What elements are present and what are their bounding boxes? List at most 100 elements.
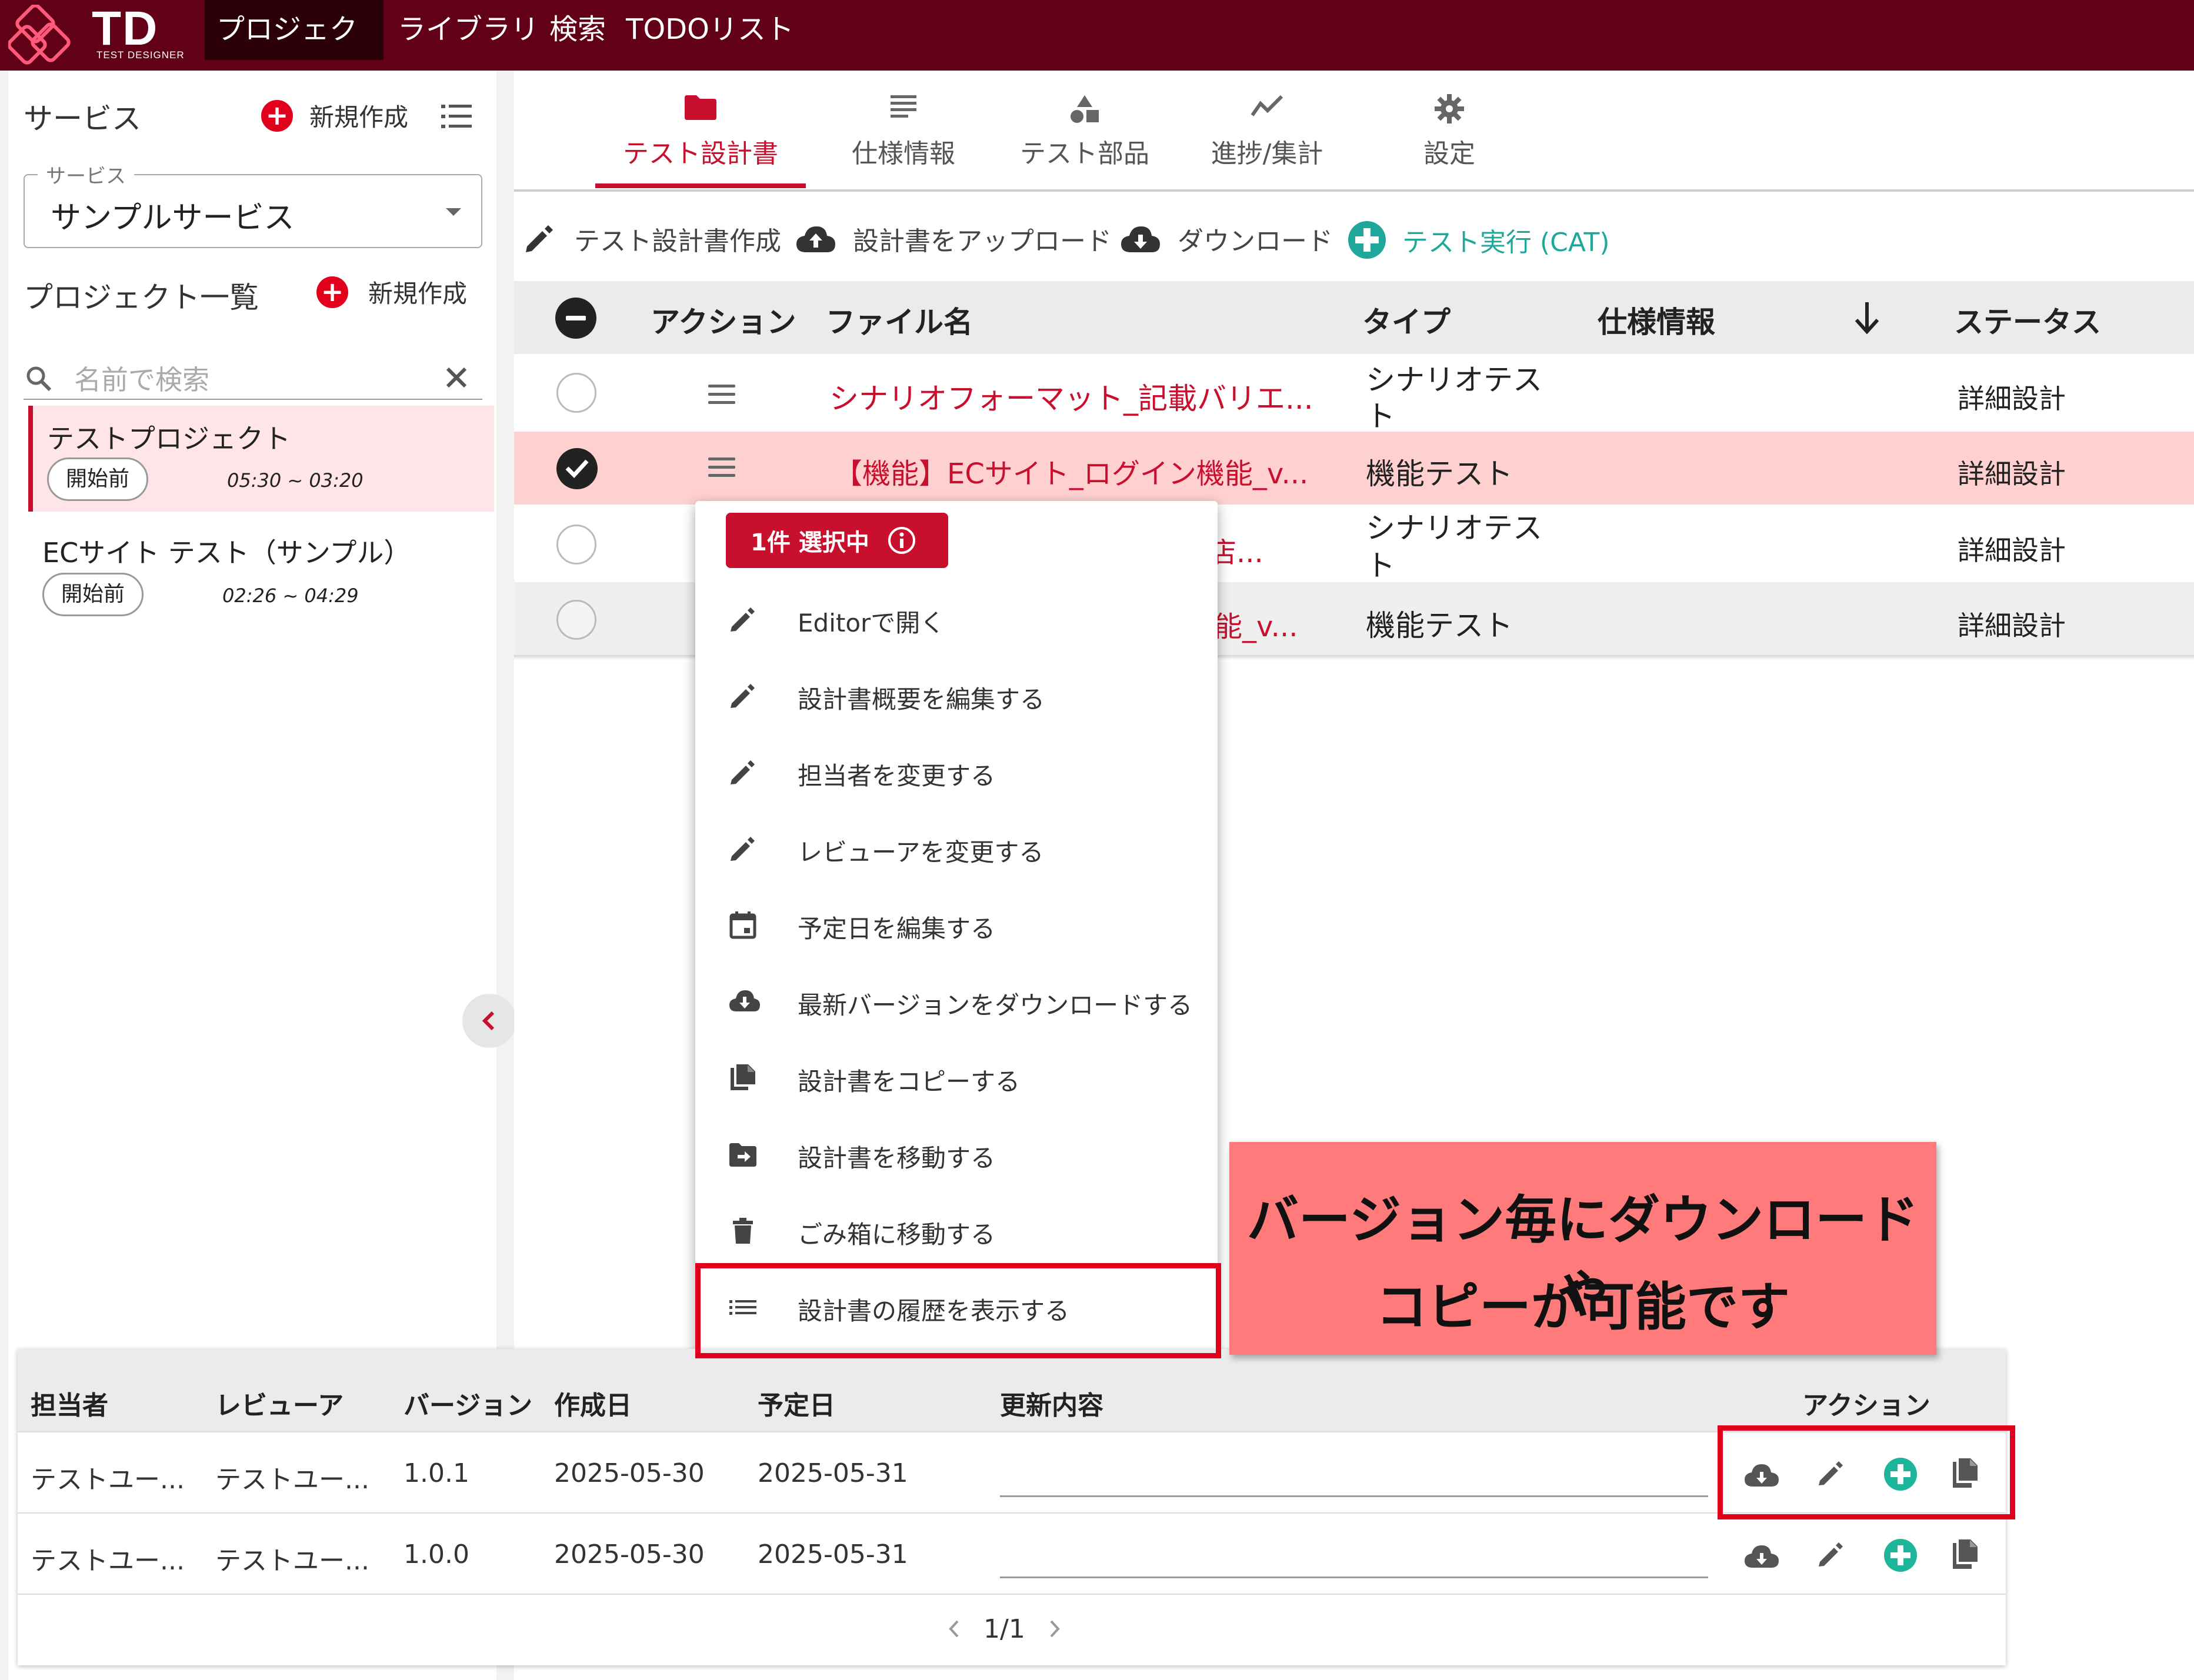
nav-search[interactable]: 検索 bbox=[549, 0, 606, 60]
row-status: 詳細設計 bbox=[1958, 610, 2066, 642]
menu-label: 担当者を変更する bbox=[798, 761, 996, 790]
hcol-reviewer: レビューア bbox=[215, 1391, 344, 1421]
project-item-selected[interactable]: テストプロジェクト 開始前 05:30 ~ 03:20 bbox=[28, 406, 494, 512]
menu-label: ごみ箱に移動する bbox=[798, 1220, 996, 1249]
minus-icon bbox=[566, 316, 586, 320]
row-type-wrap: ト bbox=[1366, 399, 1395, 433]
menu-download-latest[interactable]: 最新バージョンをダウンロードする bbox=[695, 963, 1218, 1040]
tab-spec-info[interactable]: 仕様情報 bbox=[827, 71, 980, 188]
history-created: 2025-05-30 bbox=[554, 1539, 705, 1569]
nav-library[interactable]: ライブラリ bbox=[398, 0, 539, 60]
menu-label: Editorで開く bbox=[798, 609, 945, 637]
history-row: テストユー... テストユー... 1.0.1 2025-05-30 2025-… bbox=[18, 1432, 2006, 1512]
service-title: サービス bbox=[24, 102, 141, 136]
update-content-input[interactable] bbox=[1000, 1531, 1708, 1578]
update-content-input[interactable] bbox=[1000, 1450, 1708, 1497]
row-menu-icon[interactable] bbox=[708, 457, 735, 482]
project-new-button[interactable]: + 新規作成 bbox=[316, 274, 467, 310]
project-item[interactable]: ECサイト テスト（サンプル） 開始前 02:26 ~ 04:29 bbox=[28, 523, 494, 629]
service-new-button[interactable]: + 新規作成 bbox=[261, 98, 408, 133]
history-assignee: テストユー... bbox=[31, 1465, 185, 1495]
hcol-created: 作成日 bbox=[554, 1391, 632, 1421]
add-circle-icon[interactable] bbox=[1883, 1538, 1918, 1572]
download-button[interactable]: ダウンロード bbox=[1120, 220, 1333, 258]
menu-copy-design[interactable]: 設計書をコピーする bbox=[695, 1040, 1218, 1116]
clear-icon[interactable] bbox=[445, 366, 468, 389]
row-filename[interactable]: 能_v... bbox=[1214, 603, 1298, 644]
selection-badge: 1件 選択中 bbox=[726, 513, 948, 568]
row-checkbox[interactable] bbox=[556, 525, 596, 565]
history-reviewer: テストユー... bbox=[215, 1465, 369, 1495]
col-action: アクション bbox=[651, 305, 796, 339]
row-menu-icon[interactable] bbox=[708, 385, 735, 409]
callout-line2: コピーが可能です bbox=[1375, 1277, 1790, 1337]
col-spec[interactable]: 仕様情報 bbox=[1598, 299, 1715, 341]
highlight-box-history-actions bbox=[1718, 1425, 2015, 1519]
cloud-upload-icon bbox=[796, 226, 835, 252]
sort-arrow-down-icon[interactable] bbox=[1854, 301, 1880, 334]
history-panel: 担当者 レビューア バージョン 作成日 予定日 更新内容 アクション テストユー… bbox=[18, 1349, 2006, 1665]
download-icon[interactable] bbox=[1743, 1543, 1780, 1569]
row-status: 詳細設計 bbox=[1958, 383, 2066, 415]
menu-edit-due-date[interactable]: 予定日を編集する bbox=[695, 887, 1218, 963]
menu-change-reviewer[interactable]: レビューアを変更する bbox=[695, 810, 1218, 887]
tab-progress[interactable]: 進捗/集計 bbox=[1191, 71, 1343, 188]
tab-settings[interactable]: 設定 bbox=[1373, 71, 1526, 188]
table-row-selected[interactable]: 【機能】ECサイト_ログイン機能_v... 機能テスト 詳細設計 bbox=[514, 432, 2194, 505]
row-checkbox[interactable] bbox=[556, 373, 596, 413]
menu-edit-summary[interactable]: 設計書概要を編集する bbox=[695, 657, 1218, 734]
folder-icon bbox=[685, 95, 716, 120]
project-period: 02:26 ~ 04:29 bbox=[222, 585, 359, 607]
table-header: アクション ファイル名 タイプ 仕様情報 ステータス bbox=[514, 281, 2194, 354]
copy-icon bbox=[731, 1064, 755, 1090]
tab-label: テスト設計書 bbox=[623, 139, 778, 169]
copy-icon[interactable] bbox=[1950, 1538, 1980, 1571]
history-row: テストユー... テストユー... 1.0.0 2025-05-30 2025-… bbox=[18, 1514, 2006, 1594]
list-icon bbox=[891, 95, 916, 118]
chevron-right-icon[interactable] bbox=[1048, 1619, 1062, 1639]
gear-icon bbox=[1435, 94, 1464, 123]
run-test-label: テスト実行 (CAT) bbox=[1402, 228, 1610, 258]
service-select-legend: サービス bbox=[38, 160, 134, 189]
history-assignee: テストユー... bbox=[31, 1546, 185, 1576]
row-checkbox[interactable] bbox=[556, 600, 596, 640]
table-row[interactable]: シナリオフォーマット_記載バリエ... シナリオテス ト 詳細設計 bbox=[514, 354, 2194, 433]
history-due: 2025-05-31 bbox=[758, 1539, 908, 1569]
shapes-icon bbox=[1071, 95, 1099, 123]
select-all-checkbox[interactable] bbox=[555, 298, 596, 339]
pencil-icon bbox=[731, 684, 755, 708]
calendar-icon bbox=[729, 911, 756, 939]
info-icon[interactable] bbox=[887, 526, 916, 555]
row-checkbox-checked[interactable] bbox=[556, 448, 598, 489]
projects-title: プロジェクト一覧 bbox=[24, 280, 259, 315]
nav-todo[interactable]: TODOリスト bbox=[626, 0, 794, 60]
row-type: 機能テスト bbox=[1366, 609, 1513, 643]
col-filename[interactable]: ファイル名 bbox=[826, 299, 973, 341]
app-logo[interactable]: TD TEST DESIGNER bbox=[8, 2, 185, 68]
list-view-icon[interactable] bbox=[441, 103, 472, 129]
chevron-left-icon[interactable] bbox=[947, 1619, 961, 1639]
row-filename[interactable]: 【機能】ECサイト_ログイン機能_v... bbox=[834, 450, 1308, 492]
cloud-download-icon bbox=[1121, 226, 1160, 252]
row-filename[interactable]: シナリオフォーマット_記載バリエ... bbox=[829, 375, 1313, 418]
menu-move-design[interactable]: 設計書を移動する bbox=[695, 1116, 1218, 1193]
nav-project[interactable]: プロジェクト bbox=[205, 0, 384, 105]
tab-test-design[interactable]: テスト設計書 bbox=[595, 71, 806, 188]
project-search[interactable]: 名前で検索 bbox=[24, 353, 482, 400]
col-status[interactable]: ステータス bbox=[1954, 299, 2101, 341]
upload-design-button[interactable]: 設計書をアップロード bbox=[795, 220, 1112, 258]
row-type-wrap: ト bbox=[1366, 549, 1395, 583]
edit-icon[interactable] bbox=[1816, 1539, 1846, 1569]
menu-open-editor[interactable]: Editorで開く bbox=[695, 581, 1218, 657]
hcol-version: バージョン bbox=[404, 1391, 533, 1421]
create-design-button[interactable]: テスト設計書作成 bbox=[524, 220, 781, 258]
tab-test-parts[interactable]: テスト部品 bbox=[1008, 71, 1161, 188]
history-version: 1.0.1 bbox=[404, 1458, 469, 1488]
collapse-sidebar-button[interactable] bbox=[462, 994, 516, 1048]
menu-move-to-trash[interactable]: ごみ箱に移動する bbox=[695, 1193, 1218, 1269]
col-type[interactable]: タイプ bbox=[1362, 299, 1451, 341]
menu-change-assignee[interactable]: 担当者を変更する bbox=[695, 734, 1218, 810]
tab-label: 設定 bbox=[1423, 139, 1475, 169]
run-test-button[interactable]: テスト実行 (CAT) bbox=[1347, 220, 1610, 260]
row-status: 詳細設計 bbox=[1958, 458, 2066, 490]
